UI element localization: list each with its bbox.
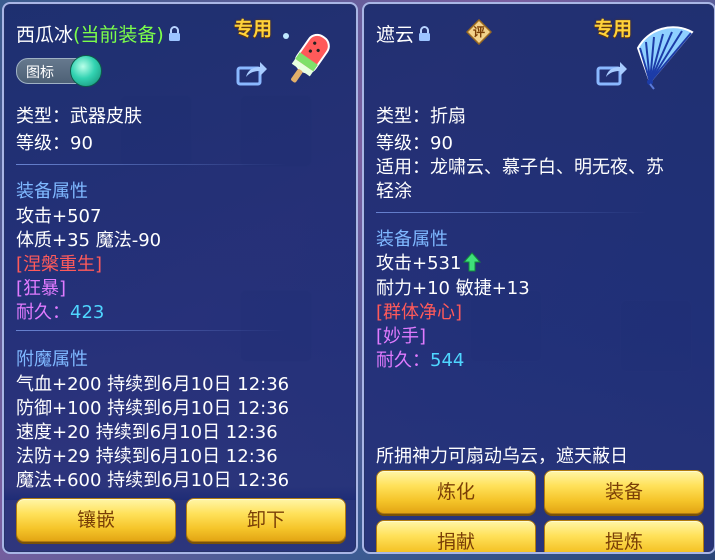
refine-button[interactable]: 炼化 <box>376 470 536 514</box>
enchant-line: 速度+20 持续到6月10日 12:36 <box>16 422 278 443</box>
lock-icon <box>168 25 181 47</box>
enchant-attr-header: 附魔属性 <box>16 349 88 370</box>
durability: 耐久：544 <box>376 346 464 372</box>
special-effect: [群体净心] <box>376 302 463 323</box>
watermelon-popsicle-icon <box>276 26 340 90</box>
share-icon[interactable] <box>236 60 268 90</box>
exclusive-tag: 专用 <box>234 18 273 40</box>
item-name: 遮云 <box>376 24 415 46</box>
rate-badge[interactable]: 评 <box>466 19 492 45</box>
equipped-status: (当前装备) <box>73 24 164 46</box>
special-effect: [涅槃重生] <box>16 254 103 275</box>
enchant-line: 防御+100 持续到6月10日 12:36 <box>16 398 290 419</box>
item-level: 等级：90 <box>376 133 453 154</box>
item-description: 所拥神力可扇动乌云，遮天蔽日 <box>376 446 628 467</box>
item-title: 西瓜冰(当前装备) <box>16 20 181 47</box>
compare-item-tooltip-panel: 遮云 评 专用 类型：折扇 等级：90 适用：龙啸云、慕子白、明无夜、苏 轻涂 … <box>362 2 715 554</box>
attr-line: 攻击+507 <box>16 206 102 227</box>
rate-badge-text: 评 <box>472 25 485 39</box>
icon-display-toggle[interactable]: 图标 <box>16 55 102 87</box>
durability: 耐久：423 <box>16 298 104 324</box>
current-item-tooltip-panel: 西瓜冰(当前装备) 专用 图标 类型：武器皮肤 等级：90 装备属性 攻击+50… <box>2 2 358 554</box>
attr-line: 体质+35 魔法-90 <box>16 230 162 251</box>
purify-button[interactable]: 提炼 <box>544 520 704 552</box>
special-skill: [狂暴] <box>16 278 67 299</box>
divider <box>16 164 286 165</box>
lock-icon <box>418 25 431 47</box>
divider <box>376 212 646 213</box>
durability-label: 耐久： <box>376 350 430 371</box>
equip-attr-header: 装备属性 <box>376 229 448 250</box>
enchant-line: 法防+29 持续到6月10日 12:36 <box>16 446 278 467</box>
equip-button[interactable]: 装备 <box>544 470 704 514</box>
suitable-characters: 适用：龙啸云、慕子白、明无夜、苏 <box>376 157 664 178</box>
attack-line: 攻击+531 <box>376 249 482 277</box>
green-up-arrow-icon <box>463 251 482 277</box>
item-name: 西瓜冰 <box>16 24 74 46</box>
inlay-button[interactable]: 镶嵌 <box>16 498 176 542</box>
toggle-knob <box>70 55 102 87</box>
equip-attr-header: 装备属性 <box>16 181 88 202</box>
item-level: 等级：90 <box>16 133 93 154</box>
toggle-label: 图标 <box>26 65 54 81</box>
divider <box>16 330 286 331</box>
donate-button[interactable]: 捐献 <box>376 520 536 552</box>
durability-value: 544 <box>430 350 465 371</box>
durability-label: 耐久： <box>16 302 70 323</box>
item-type: 类型：武器皮肤 <box>16 106 142 127</box>
attack-value: 攻击+531 <box>376 253 462 274</box>
share-icon[interactable] <box>596 60 628 90</box>
enchant-line: 气血+200 持续到6月10日 12:36 <box>16 374 290 395</box>
item-type: 类型：折扇 <box>376 106 466 127</box>
suitable-characters-cont: 轻涂 <box>376 181 412 202</box>
item-title: 遮云 <box>376 20 431 47</box>
unequip-button[interactable]: 卸下 <box>186 498 346 542</box>
folding-fan-icon <box>636 26 700 90</box>
attr-line: 耐力+10 敏捷+13 <box>376 278 530 299</box>
durability-value: 423 <box>70 302 105 323</box>
exclusive-tag: 专用 <box>594 18 633 40</box>
special-skill: [妙手] <box>376 326 427 347</box>
